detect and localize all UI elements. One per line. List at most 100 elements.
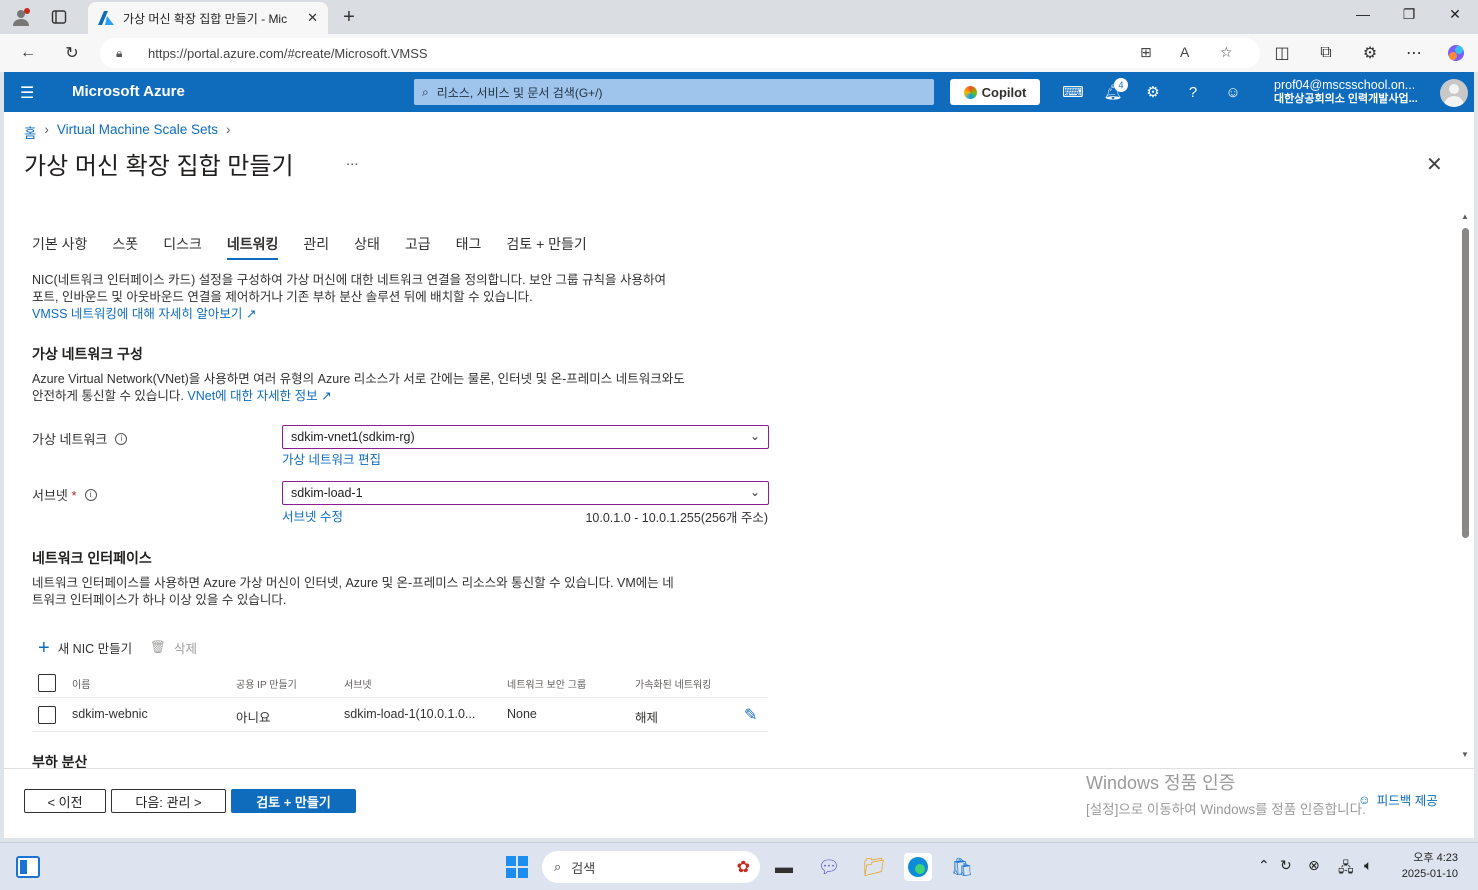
info-icon[interactable]: i bbox=[84, 488, 97, 501]
breadcrumb: 홈 › Virtual Machine Scale Sets › bbox=[24, 122, 231, 142]
tab-close-icon[interactable]: ✕ bbox=[307, 10, 318, 26]
vmss-networking-link[interactable]: VMSS 네트워킹에 대해 자세히 알아보기 bbox=[32, 307, 242, 321]
store-icon[interactable]: 🛍︎ bbox=[948, 853, 976, 881]
vnet-section-heading: 가상 네트워크 구성 bbox=[32, 346, 143, 362]
scroll-up-icon[interactable]: ▲ bbox=[1461, 212, 1469, 221]
trash-icon: 🗑︎ bbox=[150, 640, 167, 654]
volume-icon[interactable]: 🔈︎ bbox=[1364, 857, 1372, 874]
edit-subnet-link[interactable]: 서브넷 수정 bbox=[282, 506, 343, 525]
task-view-icon[interactable]: ▬ bbox=[770, 853, 798, 881]
nic-section-heading: 네트워크 인터페이스 bbox=[32, 550, 152, 566]
next-management-button[interactable]: 다음: 관리 > bbox=[111, 789, 226, 813]
avatar[interactable] bbox=[1440, 79, 1468, 107]
account-menu[interactable]: prof04@mscsschool.on... 대한상공회의소 인력개발사업..… bbox=[1274, 78, 1436, 106]
create-nic-label: 새 NIC 만들기 bbox=[57, 642, 133, 656]
copilot-button[interactable]: Copilot bbox=[950, 79, 1040, 105]
help-icon[interactable]: ? bbox=[1182, 82, 1204, 102]
profile-icon[interactable] bbox=[10, 6, 32, 28]
more-actions-icon[interactable]: ... bbox=[346, 152, 359, 169]
minimize-icon[interactable]: — bbox=[1348, 6, 1378, 22]
give-feedback-link[interactable]: ☺ 피드백 제공 bbox=[1358, 790, 1438, 809]
favorite-star-icon[interactable]: ☆ bbox=[1220, 44, 1233, 61]
subnet-dropdown[interactable]: sdkim-load-1 ⌄ bbox=[282, 481, 769, 505]
browser-tab-active[interactable]: 가상 머신 확장 집합 만들기 - Mic ✕ bbox=[88, 2, 328, 34]
start-windows-icon[interactable] bbox=[503, 853, 531, 881]
apps-icon[interactable]: ⊞ bbox=[1140, 44, 1152, 61]
subnet-value: sdkim-load-1 bbox=[291, 486, 363, 500]
tab-health[interactable]: 상태 bbox=[354, 232, 380, 260]
tab-spot[interactable]: 스폿 bbox=[112, 232, 138, 260]
watermark-sub: [설정]으로 이동하여 Windows를 정품 인증합니다. bbox=[1086, 802, 1366, 817]
window-close-icon[interactable]: ✕ bbox=[1440, 6, 1470, 23]
required-marker: * bbox=[71, 488, 77, 503]
new-tab-icon[interactable]: + bbox=[338, 6, 360, 28]
portal-menu-icon[interactable]: ☰ bbox=[20, 83, 34, 103]
tab-basics[interactable]: 기본 사항 bbox=[32, 232, 87, 260]
scrollbar[interactable]: ▲ ▼ bbox=[1460, 212, 1470, 762]
refresh-icon[interactable]: ↻ bbox=[60, 42, 84, 64]
plus-icon: + bbox=[38, 636, 50, 659]
global-search-input[interactable]: ⌕ 리소스, 서비스 및 문서 검색(G+/) bbox=[414, 79, 934, 105]
feedback-person-icon[interactable]: ☺ bbox=[1222, 82, 1244, 102]
teams-chat-icon[interactable]: 💬︎ bbox=[815, 853, 843, 881]
cloud-shell-icon[interactable]: ⌨ bbox=[1062, 82, 1084, 102]
feedback-label: 피드백 제공 bbox=[1376, 794, 1438, 808]
file-explorer-icon[interactable]: 📁︎ bbox=[860, 853, 888, 881]
edit-pencil-icon[interactable]: ✎ bbox=[744, 705, 757, 725]
address-bar[interactable]: 🔒︎ https://portal.azure.com/#create/Micr… bbox=[100, 38, 1260, 68]
vnet-dropdown[interactable]: sdkim-vnet1(sdkim-rg) ⌄ bbox=[282, 425, 769, 449]
tab-actions-icon[interactable] bbox=[48, 6, 70, 28]
nic-public-ip: 아니요 bbox=[236, 711, 271, 725]
tray-x-icon[interactable]: ⊗ bbox=[1308, 857, 1320, 874]
breadcrumb-vmss[interactable]: Virtual Machine Scale Sets bbox=[57, 122, 218, 142]
nic-nsg: None bbox=[507, 707, 537, 721]
info-icon[interactable]: i bbox=[115, 432, 128, 445]
account-email: prof04@mscsschool.on... bbox=[1274, 78, 1416, 92]
edit-vnet-link[interactable]: 가상 네트워크 편집 bbox=[282, 449, 381, 468]
tab-disks[interactable]: 디스크 bbox=[163, 232, 202, 260]
tab-advanced[interactable]: 고급 bbox=[405, 232, 431, 260]
search-placeholder: 리소스, 서비스 및 문서 검색(G+/) bbox=[436, 85, 603, 100]
tab-networking[interactable]: 네트워킹 bbox=[226, 232, 278, 260]
back-icon[interactable]: ← bbox=[16, 42, 40, 64]
nic-subnet: sdkim-load-1(10.0.1.0... bbox=[344, 707, 476, 721]
row-checkbox[interactable] bbox=[38, 706, 56, 724]
windows-taskbar: ⌕ 검색 ✿ ▬ 💬︎ 📁︎ 🛍︎ ⌃ ↻ ⊗ 🖧︎ 🔈︎ 오후 4:23 20… bbox=[0, 842, 1478, 890]
more-options-icon[interactable]: ⋯ bbox=[1402, 42, 1426, 64]
close-blade-icon[interactable]: ✕ bbox=[1426, 152, 1443, 177]
lock-icon: 🔒︎ bbox=[116, 45, 123, 60]
edge-browser-icon[interactable] bbox=[904, 853, 932, 881]
network-icon[interactable]: 🖧︎ bbox=[1338, 857, 1354, 881]
breadcrumb-home[interactable]: 홈 bbox=[24, 122, 36, 142]
subnet-label: 서브넷 bbox=[32, 488, 68, 503]
clock-date: 2025-01-10 bbox=[1401, 868, 1458, 880]
vnet-info-link[interactable]: VNet에 대한 자세한 정보 bbox=[187, 389, 317, 403]
tab-review-create[interactable]: 검토 + 만들기 bbox=[506, 232, 586, 260]
split-screen-icon[interactable]: ◫ bbox=[1270, 42, 1294, 64]
copilot-label: Copilot bbox=[981, 84, 1027, 100]
scroll-down-icon[interactable]: ▼ bbox=[1461, 750, 1469, 759]
settings-gear-icon[interactable]: ⚙ bbox=[1142, 82, 1164, 102]
azure-brand[interactable]: Microsoft Azure bbox=[72, 83, 185, 100]
taskbar-search-input[interactable]: ⌕ 검색 ✿ bbox=[542, 851, 760, 883]
scrollbar-thumb[interactable] bbox=[1462, 228, 1469, 538]
review-create-button[interactable]: 검토 + 만들기 bbox=[231, 789, 356, 813]
restore-icon[interactable]: ❐ bbox=[1394, 6, 1424, 23]
copilot-sidebar-icon[interactable] bbox=[1444, 42, 1468, 64]
collections-icon[interactable]: ⧉ bbox=[1314, 42, 1338, 64]
previous-button[interactable]: < 이전 bbox=[24, 789, 106, 813]
tab-management[interactable]: 관리 bbox=[303, 232, 329, 260]
delete-nic-button[interactable]: 🗑︎ 삭제 bbox=[150, 638, 197, 657]
col-subnet: 서브넷 bbox=[344, 680, 372, 691]
widgets-icon[interactable] bbox=[14, 853, 42, 881]
tab-tags[interactable]: 태그 bbox=[456, 232, 482, 260]
table-row: sdkim-webnic 아니요 sdkim-load-1(10.0.1.0..… bbox=[32, 698, 768, 732]
taskbar-clock[interactable]: 오후 4:23 2025-01-10 bbox=[1390, 850, 1458, 882]
create-nic-button[interactable]: + 새 NIC 만들기 bbox=[38, 636, 133, 659]
tray-overflow-icon[interactable]: ⌃ bbox=[1258, 857, 1270, 874]
extensions-icon[interactable]: ⚙ bbox=[1358, 42, 1382, 64]
nic-command-bar: + 새 NIC 만들기 🗑︎ 삭제 bbox=[38, 636, 197, 659]
sync-icon[interactable]: ↻ bbox=[1280, 857, 1292, 874]
read-aloud-icon[interactable]: A bbox=[1180, 44, 1189, 60]
select-all-checkbox[interactable] bbox=[38, 674, 56, 692]
